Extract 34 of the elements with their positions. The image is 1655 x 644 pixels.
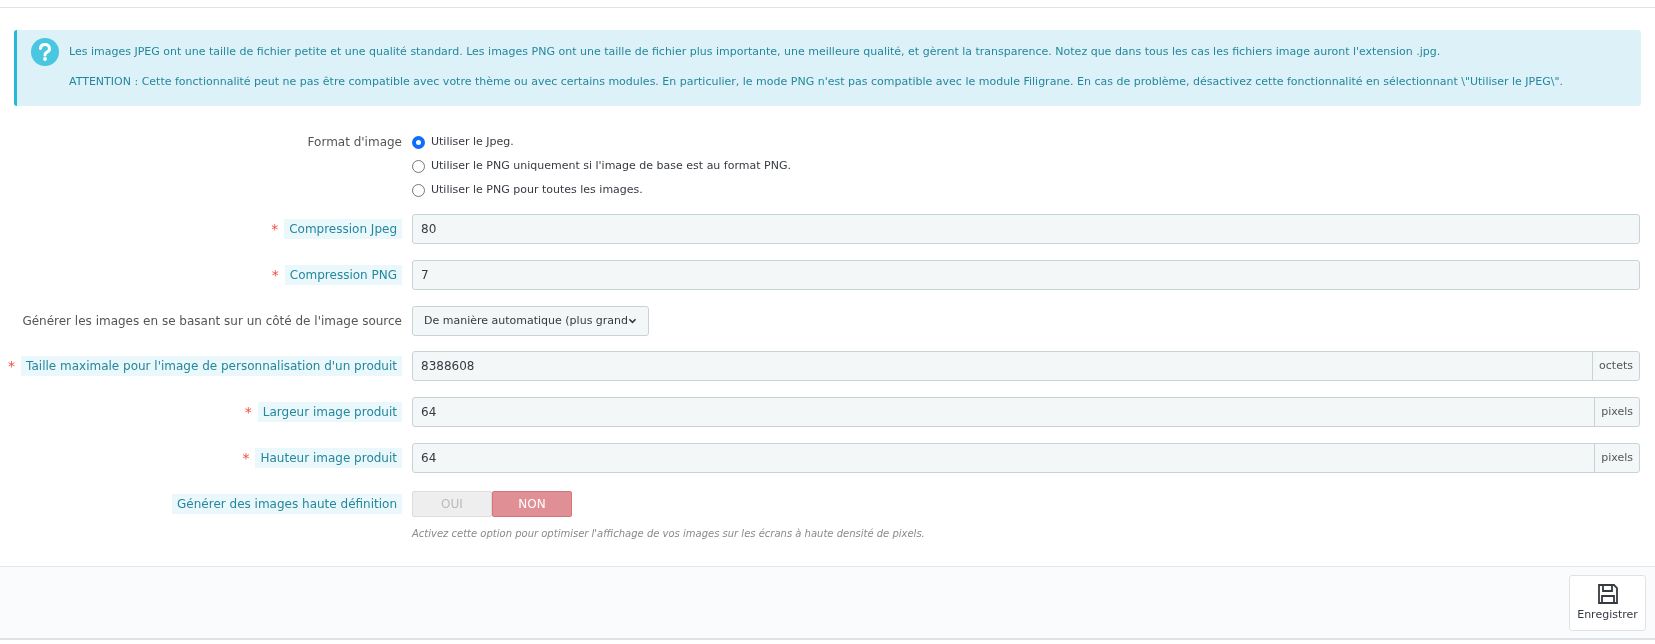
text-field[interactable]: 7 [412,260,1640,290]
unit-addon: pixels [1594,444,1639,472]
required-asterisk: * [244,402,252,422]
info-text: Les images JPEG ont une taille de fichier petite et une qualité standard. Les images PNG ont une taille de fichier plus importante, une meilleure qualité, et gèrent la transparence. Notez que dans tous les cas les fichiers image auront l'extension .jpg. [69,44,1442,60]
radio-option[interactable]: Utiliser le PNG pour toutes les images. [412,180,1640,200]
required-asterisk: * [242,448,250,468]
required-asterisk: * [271,265,279,285]
text-field[interactable]: 8388608 octets [412,351,1640,381]
help-icon [31,38,59,66]
save-button[interactable]: Enregistrer [1569,574,1646,631]
field-label: Générer les images en se basant sur un côté de l'image source [22,313,402,330]
unit-addon: octets [1592,352,1639,380]
text-field[interactable]: 64 pixels [412,443,1640,473]
radio-button[interactable] [412,135,425,149]
radio-button[interactable] [412,183,425,197]
required-asterisk: * [271,219,279,239]
field-label: Largeur image produit [257,402,402,422]
text-field[interactable]: 64 pixels [412,397,1640,427]
field-label: Compression Jpeg [284,219,402,239]
chevron-down-icon [628,316,637,326]
field-label: Compression PNG [284,265,402,285]
field-label: Taille maximale pour l'image de personnalisation d'un produit [21,356,402,376]
field-label: Générer des images haute définition [172,494,402,514]
info-text: ATTENTION : Cette fonctionnalité peut ne pas être compatible avec votre thème ou avec certains modules. En particulier, le mode PNG n'est pas compatible avec le module Filigrane. En cas de problème, désactivez cette fonctionnalité en sélectionnant \"Utiliser le JPEG\". [69,74,1563,90]
dropdown[interactable]: De manière automatique (plus grand [412,306,649,336]
radio-button[interactable] [412,159,425,173]
radio-option[interactable]: Utiliser le PNG uniquement si l'image de base est au format PNG. [412,156,1640,176]
field-label: Format d'image [307,134,402,151]
help-text: Activez cette option pour optimiser l'affichage de vos images sur les écrans à haute densité de pixels. [412,527,926,541]
radio-option[interactable]: Utiliser le Jpeg. [412,132,1640,152]
required-asterisk: * [8,356,16,376]
text-field[interactable]: 80 [412,214,1640,244]
field-label: Hauteur image produit [255,448,402,468]
unit-addon: pixels [1594,398,1639,426]
